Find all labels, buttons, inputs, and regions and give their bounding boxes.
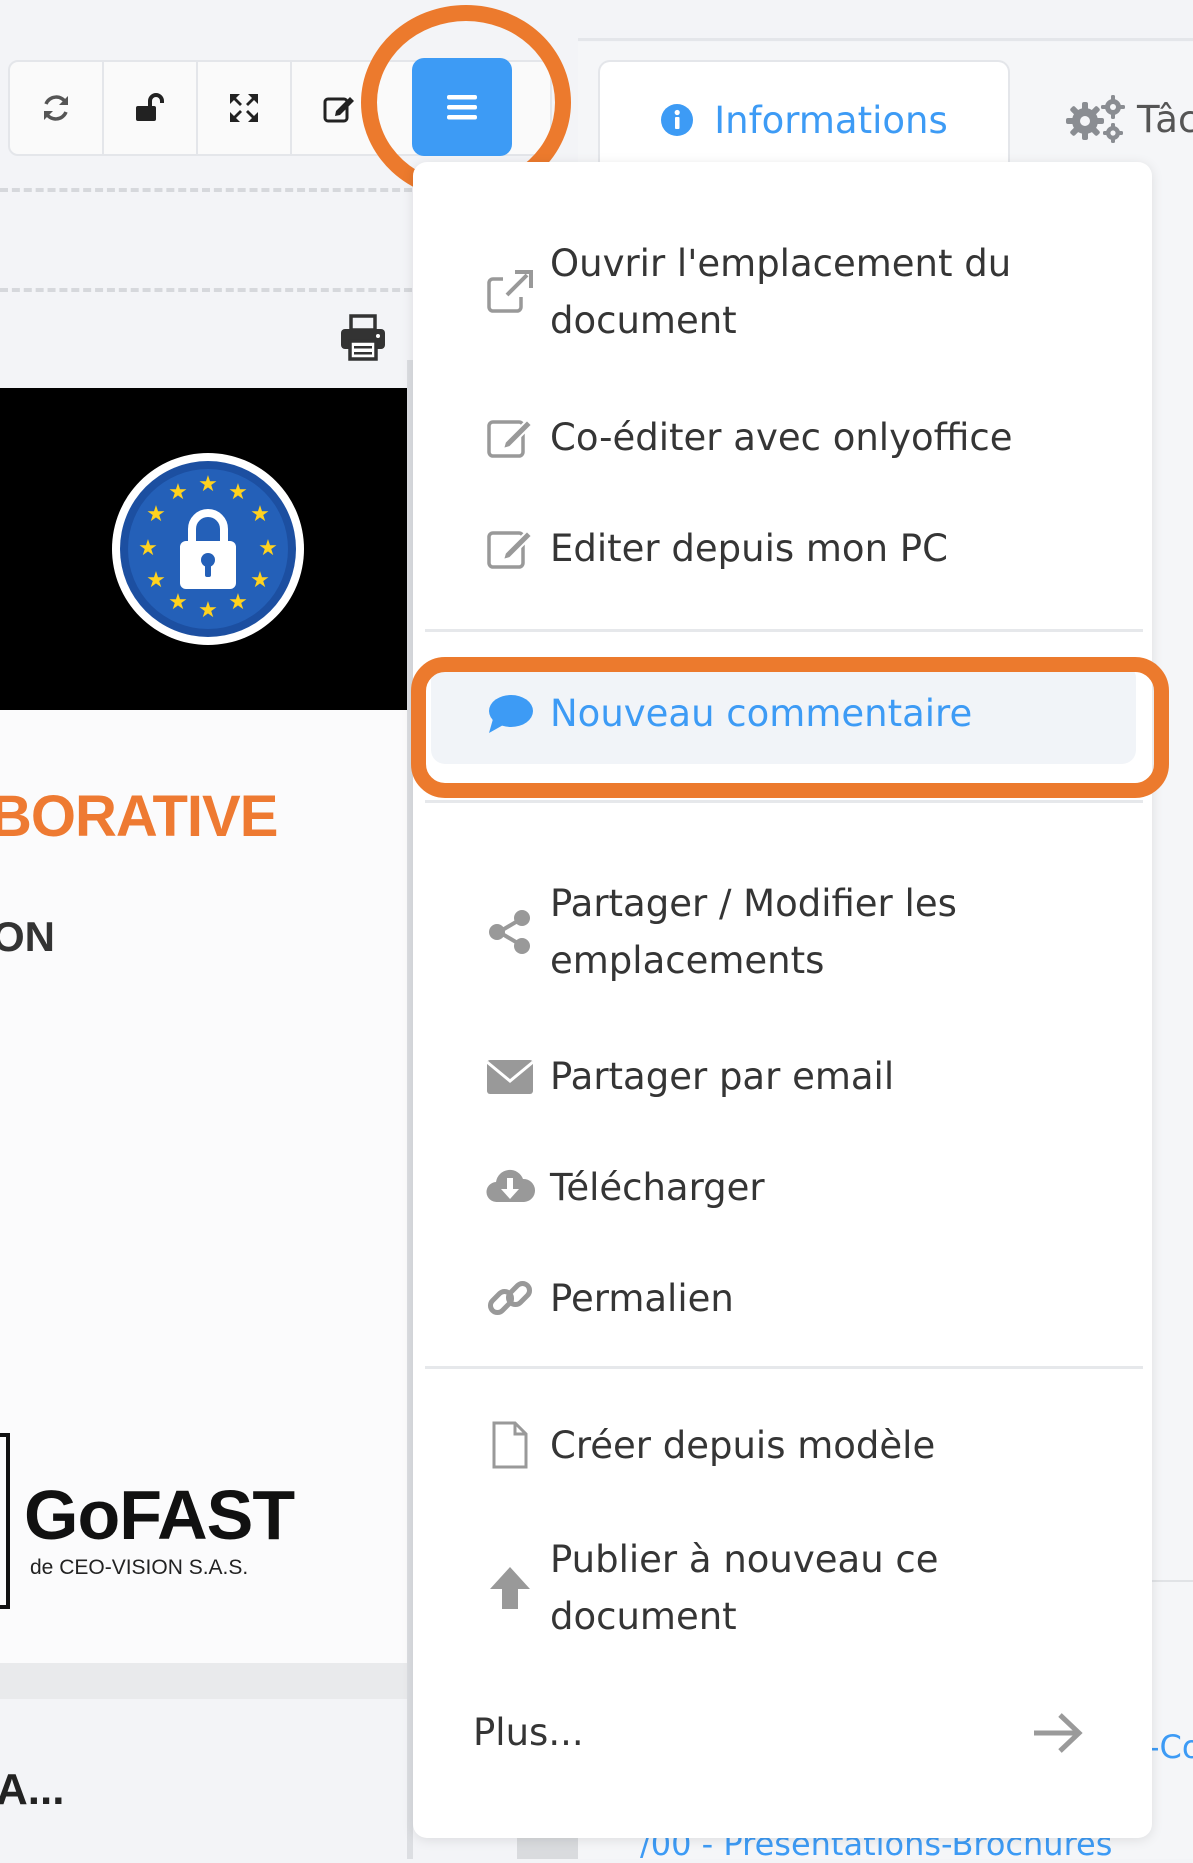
- share-icon: [483, 905, 537, 959]
- file-icon: [483, 1418, 537, 1472]
- logo-bracket: [0, 1433, 10, 1609]
- svg-text:★: ★: [168, 590, 188, 615]
- menu-item-label: Créer depuis modèle: [550, 1424, 936, 1467]
- menu-item-create-from-template[interactable]: Créer depuis modèle: [413, 1406, 1152, 1486]
- refresh-button[interactable]: [10, 62, 104, 154]
- menu-item-label: Ouvrir l'emplacement du document: [550, 242, 1012, 342]
- menu-item-label: Plus...: [473, 1711, 584, 1754]
- svg-text:★: ★: [228, 480, 248, 505]
- svg-text:★: ★: [228, 590, 248, 615]
- page-separator: [0, 1663, 407, 1699]
- panel-divider: [1150, 1580, 1193, 1582]
- print-icon[interactable]: [338, 312, 388, 362]
- gofast-logo: GoFAST: [24, 1476, 295, 1554]
- menu-item-edit-from-pc[interactable]: Editer depuis mon PC: [413, 509, 1152, 589]
- menu-divider: [425, 629, 1143, 632]
- cloud-download-icon: [483, 1160, 537, 1214]
- fullscreen-button[interactable]: [198, 62, 292, 154]
- svg-text:★: ★: [168, 480, 188, 505]
- edit-icon: [483, 521, 537, 575]
- upload-arrow-icon: [483, 1561, 537, 1615]
- svg-text:★: ★: [198, 472, 218, 497]
- menu-item-open-location[interactable]: Ouvrir l'emplacement du document: [413, 222, 1152, 362]
- tab-informations[interactable]: Informations: [598, 60, 1010, 178]
- svg-text:★: ★: [138, 536, 158, 561]
- hamburger-icon: [447, 95, 477, 120]
- envelope-icon: [483, 1049, 537, 1103]
- arrow-right-icon: [1034, 1713, 1083, 1753]
- menu-item-label: Partager / Modifier les emplacements: [550, 882, 957, 982]
- tab-tasks-label: Tâc: [1137, 97, 1193, 141]
- document-preview: ★ ★ ★ ★ ★ ★ ★ ★ ★ ★ ★ ★ BORATIVE ON GoFA…: [0, 388, 407, 1663]
- document-banner: ★ ★ ★ ★ ★ ★ ★ ★ ★ ★ ★ ★: [0, 388, 407, 710]
- unlock-icon: [136, 93, 164, 121]
- svg-text:★: ★: [250, 568, 270, 593]
- external-link-icon: [483, 265, 537, 319]
- edit-icon: [323, 97, 354, 123]
- document-heading: BORATIVE: [0, 784, 278, 849]
- menu-item-share-email[interactable]: Partager par email: [413, 1037, 1152, 1117]
- svg-text:★: ★: [198, 598, 218, 623]
- fullscreen-icon: [230, 94, 258, 122]
- edit-button[interactable]: [292, 62, 386, 154]
- tab-tasks[interactable]: Tâc: [1063, 93, 1193, 145]
- edit-icon: [483, 410, 537, 464]
- refresh-icon: [44, 95, 68, 121]
- menu-item-republish[interactable]: Publier à nouveau ce document: [413, 1518, 1152, 1658]
- unlock-button[interactable]: [104, 62, 198, 154]
- comment-icon: [483, 687, 537, 741]
- next-page-text: A...: [0, 1765, 65, 1814]
- menu-item-label: Nouveau commentaire: [550, 692, 973, 735]
- svg-text:★: ★: [146, 502, 166, 527]
- document-subheading: ON: [0, 913, 55, 960]
- menu-item-label: Partager par email: [550, 1055, 895, 1098]
- panel-side-link[interactable]: -Co: [1148, 1728, 1193, 1766]
- svg-text:★: ★: [146, 568, 166, 593]
- svg-text:★: ★: [258, 536, 278, 561]
- gears-icon: [1066, 95, 1125, 143]
- menu-divider: [425, 800, 1143, 803]
- menu-divider: [425, 1366, 1143, 1369]
- link-icon: [483, 1271, 537, 1325]
- viewer-dashed-separator: [0, 288, 412, 292]
- toolbar-dashed-separator: [0, 188, 412, 192]
- svg-text:★: ★: [250, 502, 270, 527]
- menu-item-download[interactable]: Télécharger: [413, 1148, 1152, 1228]
- menu-item-label: Télécharger: [550, 1166, 765, 1209]
- menu-item-new-comment[interactable]: Nouveau commentaire: [431, 664, 1136, 764]
- menu-item-share-locations[interactable]: Partager / Modifier les emplacements: [413, 862, 1152, 1002]
- info-icon: [661, 104, 694, 136]
- menu-item-label: Editer depuis mon PC: [550, 527, 948, 570]
- actions-menu-button[interactable]: [412, 58, 512, 156]
- menu-item-label: Publier à nouveau ce document: [550, 1538, 939, 1638]
- eu-padlock-badge: ★ ★ ★ ★ ★ ★ ★ ★ ★ ★ ★ ★: [112, 453, 304, 645]
- actions-dropdown-menu: Ouvrir l'emplacement du document Co-édit…: [413, 162, 1152, 1838]
- panel-top-border: [578, 38, 1193, 41]
- menu-item-label: Co-éditer avec onlyoffice: [550, 416, 1013, 459]
- gofast-logo-subtitle: de CEO-VISION S.A.S.: [30, 1556, 249, 1579]
- tab-informations-label: Informations: [714, 98, 948, 142]
- menu-item-permalink[interactable]: Permalien: [413, 1259, 1152, 1339]
- menu-item-label: Permalien: [550, 1277, 734, 1320]
- menu-item-coedit-onlyoffice[interactable]: Co-éditer avec onlyoffice: [413, 398, 1152, 478]
- menu-item-more[interactable]: Plus...: [413, 1693, 1152, 1773]
